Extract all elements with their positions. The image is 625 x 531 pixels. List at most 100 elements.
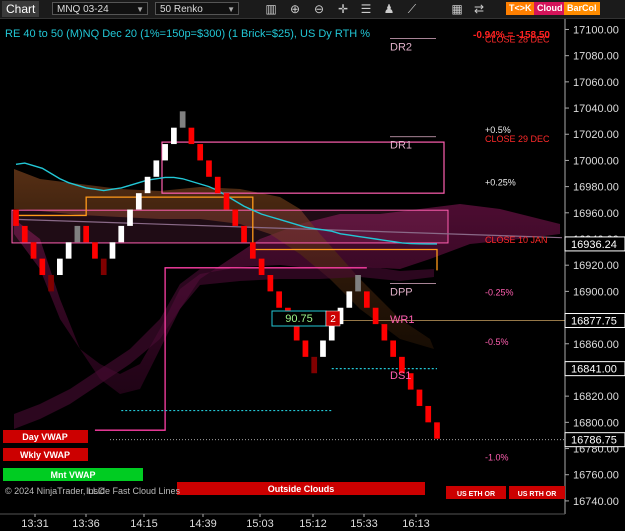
time-tick-label-1415: 14:15	[130, 518, 158, 530]
chevron-down-icon: ▼	[136, 5, 144, 14]
bar-type-select-value: 50 Renko	[160, 4, 203, 15]
net-change-text: -0.94% = -158.50	[473, 30, 550, 41]
crosshair-icon[interactable]: ✛	[336, 2, 350, 16]
renko-brick-35	[320, 340, 326, 357]
time-tick-label-1503: 15:03	[246, 518, 274, 530]
price-tick-label-17060: 17060.00	[573, 77, 619, 89]
renko-brick-47	[425, 405, 432, 423]
price-tick-label-16860: 16860.00	[573, 339, 619, 351]
price-flag-16936-24: 16936.24	[571, 239, 617, 251]
annotation-ds1: DS1	[390, 370, 411, 382]
renko-brick-38	[346, 291, 353, 308]
day-vwap-label[interactable]: Day VWAP	[3, 430, 88, 443]
swap-icon[interactable]: ⇄	[472, 2, 486, 16]
monthly-vwap-label[interactable]: Mnt VWAP	[3, 468, 143, 481]
annotation--0-25-: +0.25%	[485, 177, 516, 187]
time-tick-label-1533: 15:33	[350, 518, 378, 530]
renko-brick-19	[179, 111, 186, 128]
zoom-in-icon[interactable]: ⊕	[288, 2, 302, 16]
price-flag-16877-75: 16877.75	[571, 316, 617, 328]
renko-brick-9	[92, 242, 98, 259]
renko-brick-48	[434, 422, 440, 439]
renko-brick-46	[416, 389, 423, 406]
price-flag-16786-75: 16786.75	[571, 435, 617, 447]
us-eth-or-label[interactable]: US ETH OR	[446, 486, 506, 499]
price-tick-label-16800: 16800.00	[573, 417, 619, 429]
price-tick-label-17020: 17020.00	[573, 129, 619, 141]
price-distance-value: 90.75	[285, 313, 313, 325]
time-tick-label-1336: 13:36	[72, 518, 100, 530]
barcol-toggle-button[interactable]: BarCol	[564, 2, 600, 15]
instrument-select-value: MNQ 03-24	[57, 4, 109, 15]
renko-brick-13	[127, 209, 133, 226]
renko-brick-23	[214, 176, 221, 194]
instrument-select[interactable]: MNQ 03-24 ▼	[52, 2, 148, 15]
tk-toggle-button[interactable]: T<>K	[506, 2, 535, 15]
renko-brick-21	[197, 144, 204, 161]
trend-icon[interactable]: ⟋	[405, 2, 419, 16]
annotation-dr1: DR1	[390, 140, 412, 152]
renko-brick-34	[311, 356, 318, 374]
renko-brick-42	[381, 324, 388, 341]
renko-brick-27	[249, 242, 256, 259]
strategy-icon[interactable]: ♟	[382, 2, 396, 16]
price-tick-label-17040: 17040.00	[573, 103, 619, 115]
time-tick-label-1331: 13:31	[21, 518, 49, 530]
annotation--0-25-: -0.25%	[485, 287, 514, 297]
renko-brick-41	[372, 307, 379, 325]
price-distance-box: 90.75 2	[271, 310, 341, 327]
renko-brick-0	[13, 209, 19, 226]
price-tick-label-16900: 16900.00	[573, 286, 619, 298]
chart-window-title: Chart	[2, 1, 40, 17]
renko-brick-32	[293, 324, 300, 341]
weekly-vwap-text: Wkly VWAP	[20, 450, 70, 460]
renko-brick-36	[328, 324, 335, 341]
outside-clouds-label[interactable]: Outside Clouds	[177, 482, 425, 495]
renko-brick-15	[144, 176, 151, 194]
price-tick-label-16740: 16740.00	[573, 496, 619, 508]
price-flag-16841-00: 16841.00	[571, 364, 617, 376]
renko-brick-6	[65, 242, 72, 259]
renko-brick-24	[223, 193, 230, 210]
annotation--1-0-: -1.0%	[485, 452, 509, 462]
weekly-vwap-label[interactable]: Wkly VWAP	[3, 448, 88, 461]
renko-brick-3	[39, 258, 46, 276]
renko-brick-17	[162, 144, 168, 161]
renko-brick-29	[267, 275, 274, 292]
renko-brick-10	[100, 258, 107, 276]
renko-brick-43	[390, 340, 396, 357]
zoom-out-icon[interactable]: ⊖	[312, 2, 326, 16]
price-tick-label-17000: 17000.00	[573, 155, 619, 167]
annotation-close-10-jan: CLOSE 10 JAN	[485, 235, 548, 245]
annotation-dr2: DR2	[390, 42, 412, 54]
renko-brick-40	[363, 291, 370, 308]
lower-cloud-band	[14, 265, 434, 429]
price-tick-label-16760: 16760.00	[573, 470, 619, 482]
renko-brick-39	[355, 275, 361, 292]
bar-type-select[interactable]: 50 Renko ▼	[155, 2, 239, 15]
renko-brick-25	[232, 209, 239, 226]
price-distance-badge: 2	[330, 314, 336, 325]
us-rth-or-label[interactable]: US RTH OR	[509, 486, 565, 499]
renko-brick-26	[241, 225, 247, 243]
time-tick-label-1439: 14:39	[189, 518, 217, 530]
price-tick-label-16980: 16980.00	[573, 182, 619, 194]
chevron-down-icon: ▼	[227, 5, 235, 14]
cloud-toggle-button[interactable]: Cloud	[534, 2, 566, 15]
bar-chart-icon[interactable]: ▥	[264, 2, 278, 16]
grid-icon[interactable]: ▦	[450, 2, 464, 16]
price-tick-label-16960: 16960.00	[573, 208, 619, 220]
properties-icon[interactable]: ☰	[359, 2, 373, 16]
copyright-text: © 2024 NinjaTrader, LLC	[5, 486, 105, 496]
renko-chart[interactable]: DR2DR1DPPWR1DS1CLOSE 28 DEC+0.5%CLOSE 29…	[0, 19, 625, 531]
price-tick-label-16820: 16820.00	[573, 391, 619, 403]
renko-brick-14	[135, 193, 142, 210]
annotation--0-5-: -0.5%	[485, 337, 509, 347]
renko-brick-1	[21, 225, 28, 243]
time-tick-label-1613: 16:13	[402, 518, 430, 530]
time-tick-label-1512: 15:12	[299, 518, 327, 530]
day-vwap-text: Day VWAP	[22, 432, 68, 442]
monthly-vwap-text: Mnt VWAP	[51, 470, 96, 480]
chart-toolbar: Chart MNQ 03-24 ▼ 50 Renko ▼ ▥ ⊕ ⊖ ✛ ☰ ♟…	[0, 0, 625, 19]
annotation-close-29-dec: CLOSE 29 DEC	[485, 134, 550, 144]
